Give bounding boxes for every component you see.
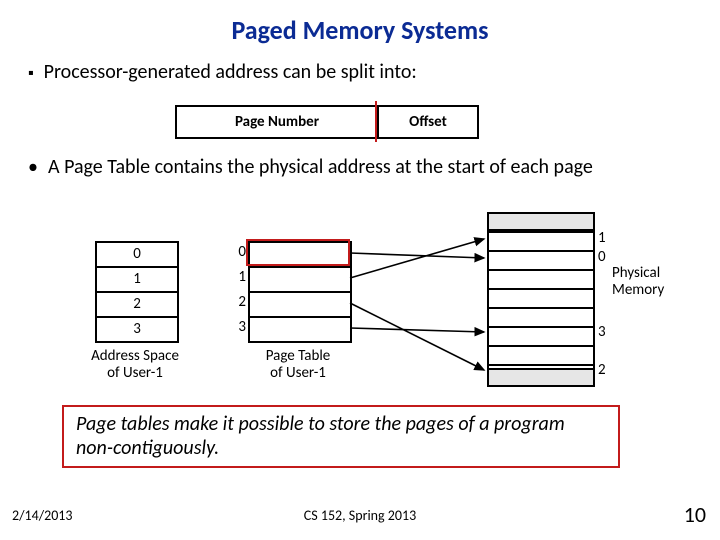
physical-memory-edge (489, 368, 593, 387)
physical-memory-page: 0 (598, 248, 606, 266)
page-table-index: 3 (232, 318, 246, 336)
page-table-row (250, 318, 350, 341)
address-space-row: 1 (97, 268, 177, 293)
key-point-callout: Page tables make it possible to store th… (62, 405, 620, 468)
address-space-row: 3 (97, 318, 177, 341)
bullet-address-split: Processor-generated address can be split… (28, 60, 417, 84)
address-space-block: 0 1 2 3 (95, 241, 179, 343)
address-space-row: 0 (97, 243, 177, 268)
page-table-index: 1 (232, 268, 246, 286)
physical-memory-page: 3 (598, 323, 606, 341)
bullet-page-table: A Page Table contains the physical addre… (28, 155, 692, 179)
page-table-label: Page Table of User-1 (243, 348, 353, 383)
page-table-highlight (246, 239, 350, 266)
footer-course: CS 152, Spring 2013 (0, 507, 720, 524)
physical-memory-edge (489, 212, 593, 231)
physical-memory-page: 1 (598, 229, 606, 247)
address-offset-cell: Offset (379, 107, 477, 137)
page-table-index: 2 (232, 293, 246, 311)
slide-number: 10 (684, 501, 706, 528)
address-space-row: 2 (97, 293, 177, 318)
address-space-label: Address Space of User-1 (75, 348, 195, 383)
physical-memory-label: Physical Memory (612, 265, 664, 298)
slide-title: Paged Memory Systems (0, 14, 720, 46)
page-table-row (250, 268, 350, 293)
address-page-number-cell: Page Number (177, 107, 379, 137)
page-table-index: 0 (232, 243, 246, 261)
address-format-box: Page Number Offset (175, 105, 479, 139)
physical-memory-page: 2 (598, 361, 606, 379)
address-divider-highlight (375, 101, 377, 142)
page-table-row (250, 293, 350, 318)
physical-memory-block (487, 212, 595, 387)
